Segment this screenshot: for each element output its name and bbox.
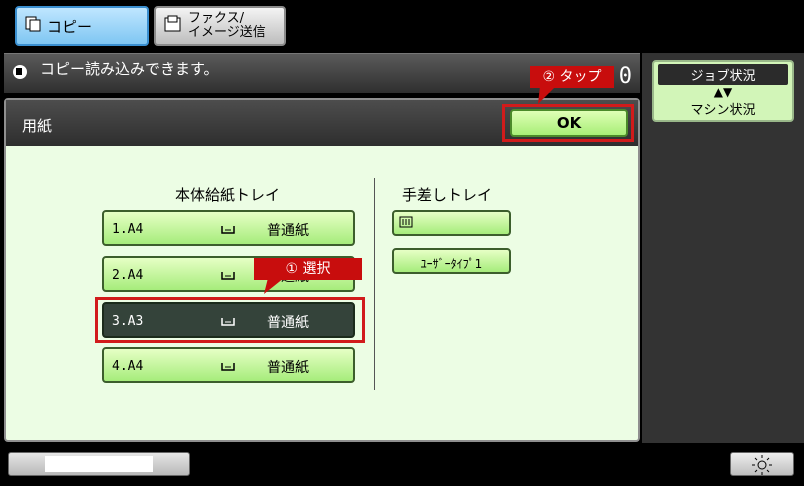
status-message: コピー読み込みできます。 xyxy=(40,60,219,78)
tray-3-button[interactable]: 3.A3 普通紙 xyxy=(102,302,355,338)
progress-bar xyxy=(45,456,153,472)
panel-title: 用紙 xyxy=(22,117,53,135)
copy-count: 0 xyxy=(618,64,632,89)
tray-1-size: 1.A4 xyxy=(112,222,144,237)
tray-2-size: 2.A4 xyxy=(112,268,144,283)
tab-fax-label-line2: イメージ送信 xyxy=(188,25,266,40)
bypass-tray-header: 手差しトレイ xyxy=(402,186,493,204)
callout-select-pointer xyxy=(264,278,284,294)
callout-tap: ② タップ xyxy=(530,66,614,88)
callout-tap-pointer xyxy=(538,86,556,104)
tab-copy-label: コピー xyxy=(47,17,93,36)
tray-3-type: 普通紙 xyxy=(267,315,309,331)
ok-button[interactable]: OK xyxy=(510,109,628,137)
copy-icon xyxy=(25,16,41,36)
tray-1-button[interactable]: 1.A4 普通紙 xyxy=(102,210,355,246)
main-tray-header: 本体給紙トレイ xyxy=(175,186,281,204)
tray-3-size: 3.A3 xyxy=(112,314,144,329)
bypass-tray-icon xyxy=(399,215,413,232)
job-status-label: ジョブ状況 xyxy=(658,64,788,85)
bypass-tray-button[interactable] xyxy=(392,210,511,236)
bypass-paper-type: ﾕｰｻﾞｰﾀｲﾌﾟ1 xyxy=(420,257,483,271)
copy-status-icon xyxy=(12,64,28,84)
tray-icon xyxy=(220,312,236,332)
tray-icon xyxy=(220,220,236,240)
toggle-arrows-icon: ▲▼ xyxy=(713,85,733,99)
tray-1-type: 普通紙 xyxy=(267,223,309,239)
tray-4-button[interactable]: 4.A4 普通紙 xyxy=(102,347,355,383)
callout-select: ① 選択 xyxy=(254,258,362,280)
tray-4-size: 4.A4 xyxy=(112,359,144,374)
column-divider xyxy=(374,178,375,390)
tab-fax-label-line1: ファクス/ xyxy=(188,11,244,26)
tray-icon xyxy=(220,357,236,377)
tab-copy[interactable]: コピー xyxy=(15,6,149,46)
job-machine-status-button[interactable]: ジョブ状況 ▲▼ マシン状況 xyxy=(652,60,794,122)
tab-fax-image-send[interactable]: ファクス/ イメージ送信 xyxy=(154,6,286,46)
tray-4-type: 普通紙 xyxy=(267,360,309,376)
bypass-paper-type-button[interactable]: ﾕｰｻﾞｰﾀｲﾌﾟ1 xyxy=(392,248,511,274)
machine-status-label: マシン状況 xyxy=(690,103,756,118)
brightness-button[interactable] xyxy=(730,452,794,476)
brightness-icon xyxy=(751,455,773,480)
progress-indicator xyxy=(8,452,190,476)
fax-icon xyxy=(164,15,182,37)
tray-icon xyxy=(220,266,236,286)
